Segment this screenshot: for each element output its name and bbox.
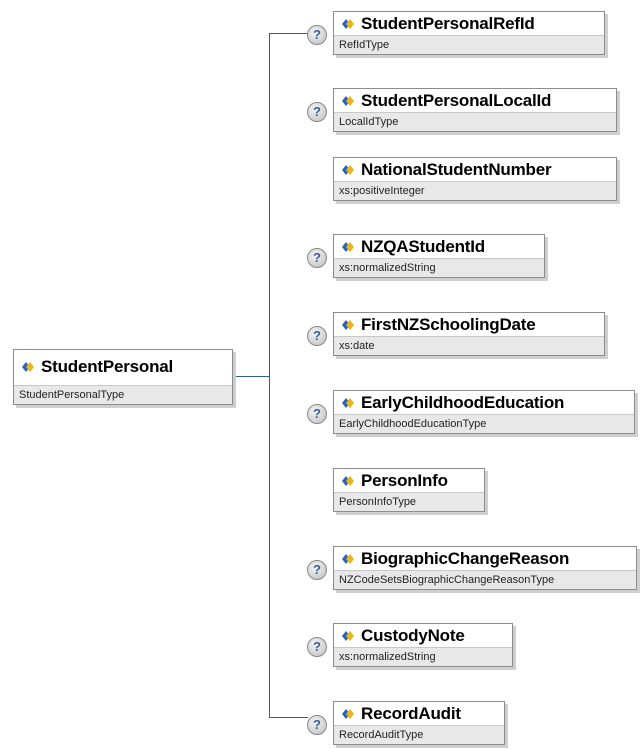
child-element-header: NZQAStudentId — [334, 235, 544, 259]
element-icon — [342, 242, 354, 252]
child-element-box[interactable]: StudentPersonalLocalId LocalIdType — [333, 88, 617, 132]
child-element-box[interactable]: NationalStudentNumber xs:positiveInteger — [333, 157, 617, 201]
child-element-name: StudentPersonalRefId — [361, 14, 535, 33]
child-element-header: CustodyNote — [334, 624, 512, 648]
child-element-type: xs:positiveInteger — [334, 181, 616, 200]
child-element-type: RecordAuditType — [334, 725, 504, 744]
child-element-type: NZCodeSetsBiographicChangeReasonType — [334, 570, 636, 589]
child-element-header: StudentPersonalLocalId — [334, 89, 616, 113]
child-element-name: StudentPersonalLocalId — [361, 91, 552, 110]
child-element-box[interactable]: RecordAudit RecordAuditType — [333, 701, 505, 745]
child-element-name: PersonInfo — [361, 471, 448, 490]
child-element-type: EarlyChildhoodEducationType — [334, 414, 634, 433]
element-icon — [342, 19, 354, 29]
child-element-header: RecordAudit — [334, 702, 504, 726]
element-icon — [342, 476, 354, 486]
child-element-name: BiographicChangeReason — [361, 549, 570, 568]
root-element-name: StudentPersonal — [41, 357, 174, 376]
root-element-type: StudentPersonalType — [14, 385, 232, 404]
child-element-type: xs:normalizedString — [334, 258, 544, 277]
child-element-header: StudentPersonalRefId — [334, 12, 604, 36]
optional-marker-icon[interactable]: ? — [307, 25, 327, 45]
element-icon — [342, 165, 354, 175]
element-icon — [22, 362, 34, 372]
optional-marker-icon[interactable]: ? — [307, 326, 327, 346]
child-element-box[interactable]: CustodyNote xs:normalizedString — [333, 623, 513, 667]
child-element-name: EarlyChildhoodEducation — [361, 393, 565, 412]
child-element-name: RecordAudit — [361, 704, 461, 723]
optional-marker-icon[interactable]: ? — [307, 102, 327, 122]
optional-marker-icon[interactable]: ? — [307, 404, 327, 424]
child-element-type: PersonInfoType — [334, 492, 484, 511]
child-element-name: CustodyNote — [361, 626, 465, 645]
child-element-type: xs:date — [334, 336, 604, 355]
child-element-type: RefIdType — [334, 35, 604, 54]
root-element-header: StudentPersonal — [14, 350, 232, 384]
element-icon — [342, 709, 354, 719]
optional-marker-icon[interactable]: ? — [307, 637, 327, 657]
child-element-header: EarlyChildhoodEducation — [334, 391, 634, 415]
element-icon — [342, 554, 354, 564]
child-element-name: NZQAStudentId — [361, 237, 485, 256]
child-element-type: xs:normalizedString — [334, 647, 512, 666]
child-element-header: FirstNZSchoolingDate — [334, 313, 604, 337]
child-element-name: NationalStudentNumber — [361, 160, 552, 179]
optional-marker-icon[interactable]: ? — [307, 560, 327, 580]
child-element-box[interactable]: StudentPersonalRefId RefIdType — [333, 11, 605, 55]
element-icon — [342, 320, 354, 330]
child-element-box[interactable]: BiographicChangeReason NZCodeSetsBiograph… — [333, 546, 637, 590]
optional-marker-icon[interactable]: ? — [307, 715, 327, 735]
element-icon — [342, 398, 354, 408]
child-element-name: FirstNZSchoolingDate — [361, 315, 536, 334]
child-element-header: BiographicChangeReason — [334, 547, 636, 571]
child-element-box[interactable]: FirstNZSchoolingDate xs:date — [333, 312, 605, 356]
child-element-box[interactable]: PersonInfo PersonInfoType — [333, 468, 485, 512]
root-element-box[interactable]: StudentPersonal StudentPersonalType — [13, 349, 233, 405]
child-element-type: LocalIdType — [334, 112, 616, 131]
child-element-box[interactable]: EarlyChildhoodEducation EarlyChildhoodEdu… — [333, 390, 635, 434]
optional-marker-icon[interactable]: ? — [307, 248, 327, 268]
child-element-header: NationalStudentNumber — [334, 158, 616, 182]
child-element-box[interactable]: NZQAStudentId xs:normalizedString — [333, 234, 545, 278]
element-icon — [342, 631, 354, 641]
child-element-header: PersonInfo — [334, 469, 484, 493]
element-icon — [342, 96, 354, 106]
